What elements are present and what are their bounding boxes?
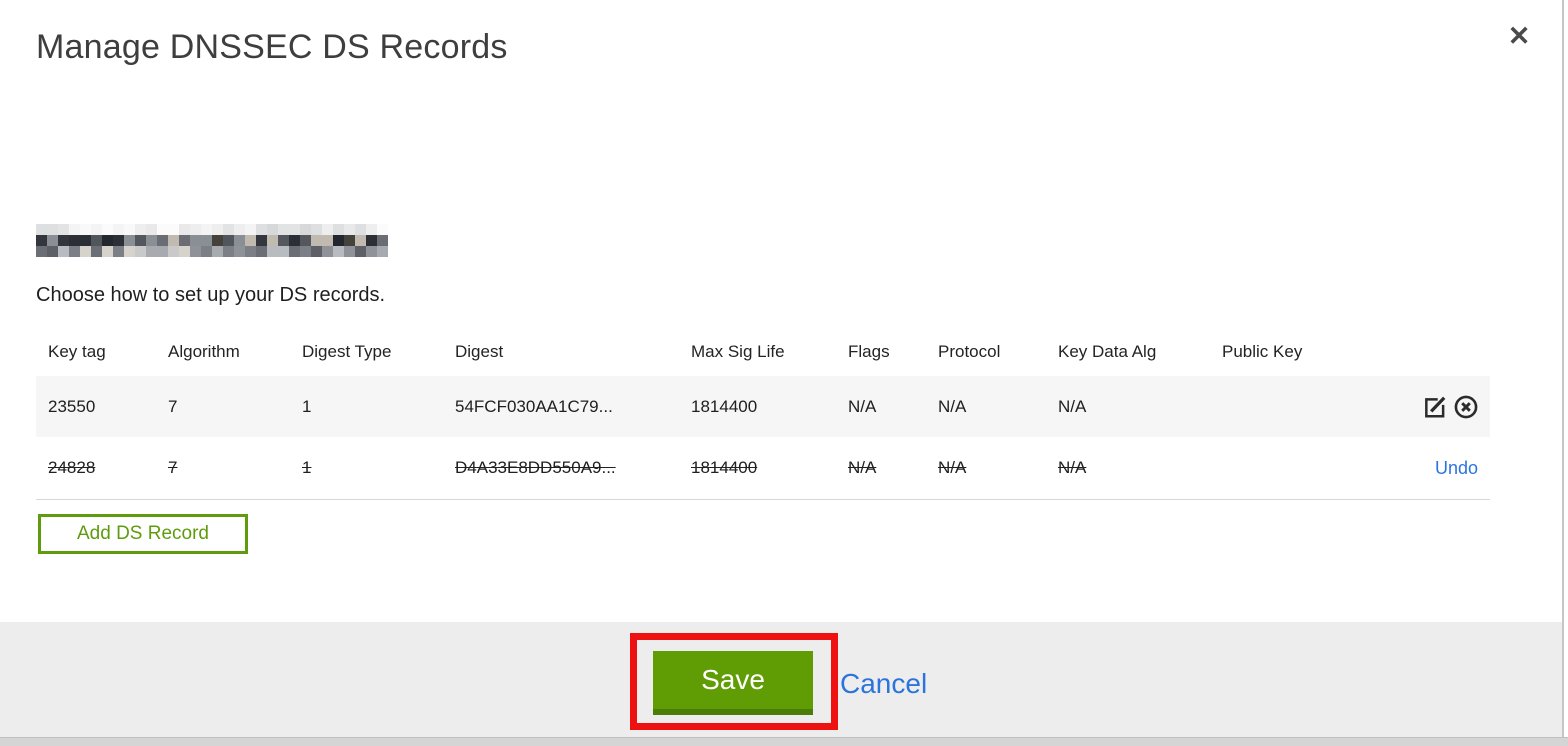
window-right-border xyxy=(1562,0,1564,746)
window-bottom-edge xyxy=(0,737,1568,746)
col-header-digest: Digest xyxy=(455,342,504,361)
cell-digest-type: 1 xyxy=(302,458,312,477)
table-row-deleted: 24828 7 1 D4A33E8DD550A9... 1814400 N/A … xyxy=(36,437,1490,500)
col-header-key-tag: Key tag xyxy=(48,342,106,361)
cell-digest: 54FCF030AA1C79... xyxy=(455,396,613,416)
cell-key-data-alg: N/A xyxy=(1058,458,1087,477)
setup-instruction-text: Choose how to set up your DS records. xyxy=(36,284,386,306)
cell-flags: N/A xyxy=(848,396,877,416)
cell-protocol: N/A xyxy=(938,396,967,416)
cancel-link[interactable]: Cancel xyxy=(840,668,927,700)
cell-protocol: N/A xyxy=(938,458,967,477)
ds-records-table: Key tag Algorithm Digest Type Digest Max… xyxy=(36,328,1490,500)
redacted-domain-name xyxy=(36,224,388,257)
cell-algorithm: 7 xyxy=(168,396,178,416)
table-row: 23550 7 1 54FCF030AA1C79... 1814400 N/A … xyxy=(36,376,1490,437)
cell-algorithm: 7 xyxy=(168,458,178,477)
cell-key-data-alg: N/A xyxy=(1058,396,1087,416)
modal-footer: Save Cancel xyxy=(0,622,1562,746)
cell-key-tag: 24828 xyxy=(48,458,96,477)
delete-icon[interactable] xyxy=(1452,393,1480,421)
cell-digest: D4A33E8DD550A9... xyxy=(455,458,616,477)
cell-digest-type: 1 xyxy=(302,396,312,416)
save-button[interactable]: Save xyxy=(653,651,813,715)
save-highlight-annotation: Save xyxy=(630,633,838,730)
col-header-algorithm: Algorithm xyxy=(168,342,240,361)
undo-link[interactable]: Undo xyxy=(1435,458,1478,479)
cell-flags: N/A xyxy=(848,458,877,477)
edit-icon[interactable] xyxy=(1421,393,1449,421)
table-header-row: Key tag Algorithm Digest Type Digest Max… xyxy=(36,328,1490,376)
dnssec-modal: Manage DNSSEC DS Records ✕ Choose how to… xyxy=(0,0,1568,746)
col-header-protocol: Protocol xyxy=(938,342,1001,361)
col-header-digest-type: Digest Type xyxy=(302,342,392,361)
col-header-public-key: Public Key xyxy=(1222,342,1303,361)
cell-max-sig-life: 1814400 xyxy=(691,396,758,416)
col-header-max-sig-life: Max Sig Life xyxy=(691,342,785,361)
col-header-key-data-alg: Key Data Alg xyxy=(1058,342,1157,361)
page-title: Manage DNSSEC DS Records xyxy=(36,28,508,66)
col-header-flags: Flags xyxy=(848,342,890,361)
cell-key-tag: 23550 xyxy=(48,396,96,416)
cell-max-sig-life: 1814400 xyxy=(691,458,758,477)
add-ds-record-button[interactable]: Add DS Record xyxy=(38,514,248,554)
close-icon[interactable]: ✕ xyxy=(1503,20,1535,52)
